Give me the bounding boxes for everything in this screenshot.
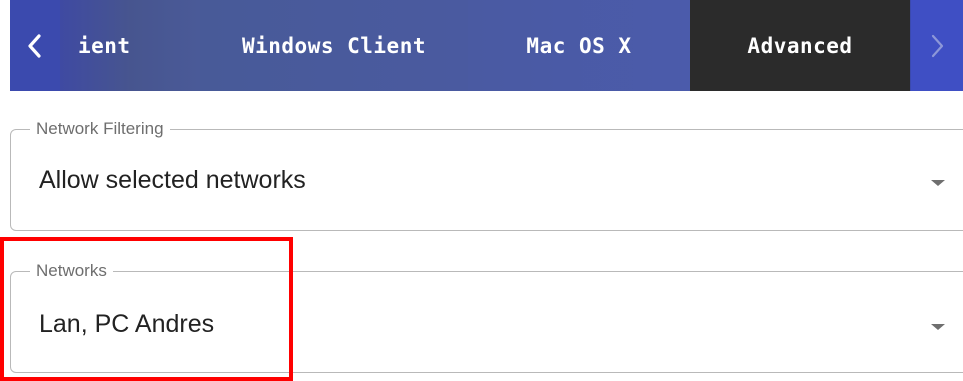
tab-windows-client[interactable]: Windows Client <box>200 0 468 91</box>
tab-client-partial[interactable]: ient <box>60 0 200 91</box>
tab-scroll-next-button[interactable] <box>911 0 963 91</box>
network-filtering-select[interactable]: Network Filtering Allow selected network… <box>10 118 963 231</box>
chevron-right-icon <box>931 34 944 57</box>
tab-mac-os-x[interactable]: Mac OS X <box>468 0 690 91</box>
network-filtering-label: Network Filtering <box>30 118 170 140</box>
tab-label: Advanced <box>747 33 853 58</box>
networks-select[interactable]: Networks Lan, PC Andres <box>10 260 963 373</box>
networks-label: Networks <box>30 260 113 282</box>
tab-label: Windows Client <box>241 33 426 58</box>
tab-bar: ient Windows Client Mac OS X Advanced <box>10 0 963 91</box>
chevron-down-icon[interactable] <box>930 179 946 187</box>
tab-label: Mac OS X <box>526 33 632 58</box>
networks-value: Lan, PC Andres <box>39 310 215 338</box>
tab-advanced[interactable]: Advanced <box>690 0 910 91</box>
chevron-down-icon[interactable] <box>930 323 946 331</box>
tab-scroll-prev-button[interactable] <box>10 0 60 91</box>
tab-label: ient <box>78 33 131 58</box>
network-filtering-value: Allow selected networks <box>39 166 306 194</box>
chevron-left-icon <box>28 33 41 58</box>
